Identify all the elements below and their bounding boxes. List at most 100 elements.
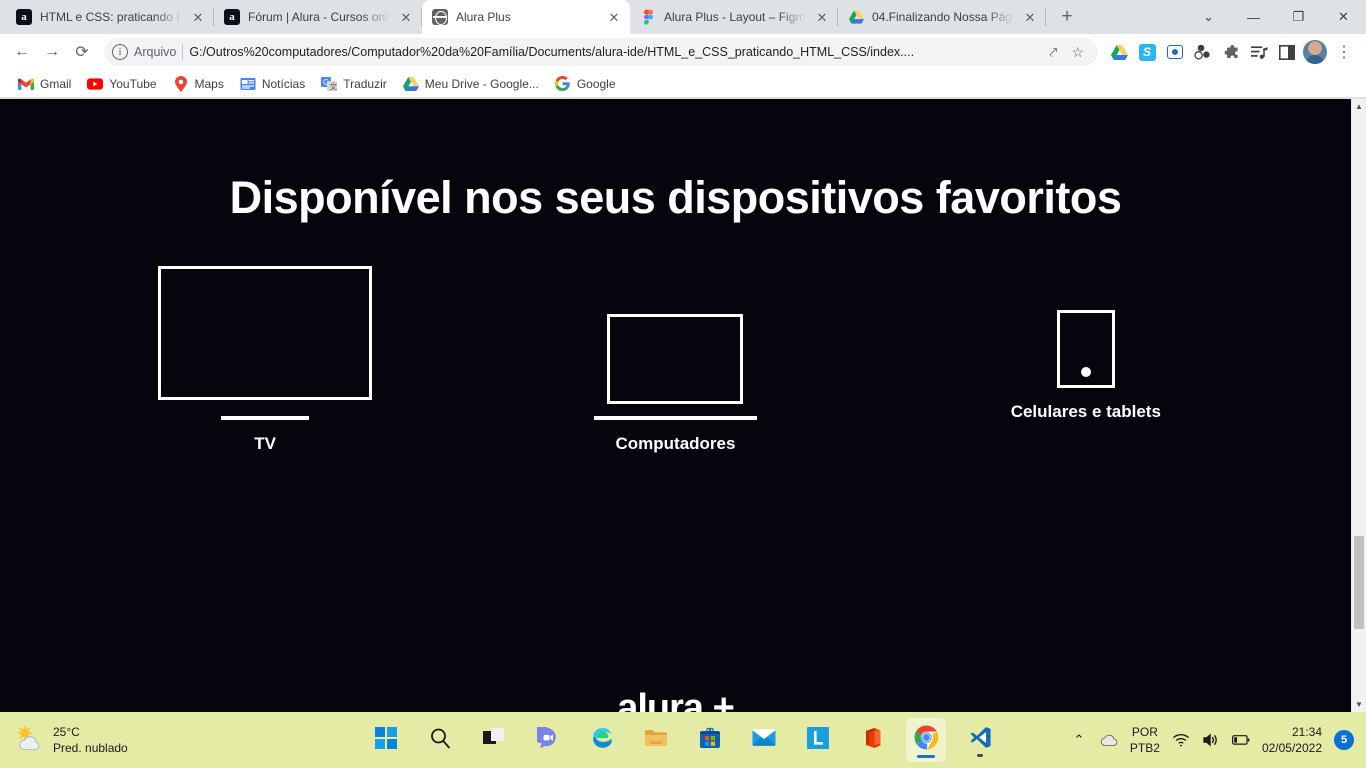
laptop-icon xyxy=(593,314,757,420)
tab-search-button[interactable]: ⌄ xyxy=(1186,1,1231,33)
bookmark-google[interactable]: Google xyxy=(547,73,624,95)
notification-badge[interactable]: 5 xyxy=(1334,730,1354,750)
scroll-up-arrow-icon[interactable]: ▲ xyxy=(1352,99,1366,114)
scribe-icon[interactable]: S xyxy=(1134,39,1160,65)
taskbar-item-lightshot[interactable] xyxy=(798,718,838,762)
bookmark-youtube[interactable]: YouTube xyxy=(79,73,164,95)
microsoft-office-icon xyxy=(861,727,883,754)
onedrive-cloud-icon[interactable] xyxy=(1100,731,1118,749)
taskbar-item-task-view[interactable] xyxy=(474,718,514,762)
taskbar-item-search[interactable] xyxy=(420,718,460,762)
close-icon[interactable]: ✕ xyxy=(190,9,206,25)
wifi-icon[interactable] xyxy=(1172,731,1190,749)
taskbar-item-chat[interactable] xyxy=(528,718,568,762)
laptop-base-shape xyxy=(593,416,757,420)
tab-title: HTML e CSS: praticando HTM xyxy=(40,10,182,24)
tv-stand-shape xyxy=(221,416,310,420)
windows-taskbar: 25°C Pred. nublado ⌃ POR PTB2 21:34 02/0… xyxy=(0,712,1366,768)
tab-title: 04.Finalizando Nossa Página xyxy=(872,10,1014,24)
taskbar-item-start[interactable] xyxy=(366,718,406,762)
close-icon[interactable]: ✕ xyxy=(398,9,414,25)
chat-icon xyxy=(532,724,559,754)
new-tab-button[interactable]: + xyxy=(1052,2,1082,32)
taskbar-item-microsoft-store[interactable] xyxy=(690,718,730,762)
volume-icon[interactable] xyxy=(1202,731,1220,749)
clock[interactable]: 21:34 02/05/2022 xyxy=(1262,724,1322,756)
taskbar-item-mail[interactable] xyxy=(744,718,784,762)
taskbar-item-vscode[interactable] xyxy=(960,718,1000,762)
maximize-button[interactable]: ❐ xyxy=(1276,1,1321,33)
language-indicator[interactable]: POR PTB2 xyxy=(1130,724,1160,756)
google-news-icon xyxy=(240,76,256,92)
browser-tab-4[interactable]: Alura Plus - Layout – Figma ✕ xyxy=(630,0,838,34)
device-label: Celulares e tablets xyxy=(1010,402,1161,421)
bookmark-gmail[interactable]: Gmail xyxy=(10,73,79,95)
share-icon[interactable]: ⤤ xyxy=(1046,44,1062,61)
browser-tab-2[interactable]: a Fórum | Alura - Cursos online ✕ xyxy=(214,0,422,34)
side-panel-icon[interactable] xyxy=(1274,39,1300,65)
close-icon[interactable]: ✕ xyxy=(606,9,622,25)
close-icon[interactable]: ✕ xyxy=(1022,9,1038,25)
taskbar-item-office[interactable] xyxy=(852,718,892,762)
phone-screen-shape xyxy=(1056,310,1115,388)
device-item-tv: TV xyxy=(60,266,470,454)
molecule-icon[interactable] xyxy=(1190,39,1216,65)
omnibox-divider xyxy=(182,44,184,60)
language-secondary: PTB2 xyxy=(1129,741,1160,755)
address-bar[interactable]: i Arquivo G:/Outros%20computadores/Compu… xyxy=(104,38,1098,66)
bookmark-meu-drive[interactable]: Meu Drive - Google... xyxy=(395,73,547,95)
microsoft-edge-icon xyxy=(590,726,614,755)
battery-icon[interactable] xyxy=(1231,731,1250,749)
chevron-up-icon[interactable]: ⌃ xyxy=(1070,731,1088,749)
reload-button[interactable]: ⟳ xyxy=(68,38,96,66)
tv-screen-shape xyxy=(158,266,373,400)
webcam-recorder-icon[interactable] xyxy=(1162,39,1188,65)
browser-tab-5[interactable]: 04.Finalizando Nossa Página ✕ xyxy=(838,0,1046,34)
google-drive-icon[interactable] xyxy=(1106,39,1132,65)
language-primary: POR xyxy=(1131,724,1158,739)
bookmark-traduzir[interactable]: G 文 Traduzir xyxy=(313,73,395,95)
taskbar-item-chrome[interactable] xyxy=(906,718,946,762)
bookmark-noticias[interactable]: Notícias xyxy=(232,73,313,95)
bookmark-label: Notícias xyxy=(261,76,306,91)
tab-title: Alura Plus xyxy=(456,10,511,24)
phone-home-button-shape xyxy=(1080,367,1091,377)
taskbar-item-file-explorer[interactable] xyxy=(636,718,676,762)
browser-menu-button[interactable]: ⋮ xyxy=(1330,38,1358,66)
scroll-down-arrow-icon[interactable]: ▼ xyxy=(1352,697,1366,712)
browser-viewport: Disponível nos seus dispositivos favorit… xyxy=(0,99,1366,712)
info-icon[interactable]: i xyxy=(112,44,128,60)
mobile-icon xyxy=(1056,310,1115,388)
devices-list: TV Computadores Celulares e tablets xyxy=(0,266,1351,454)
youtube-icon xyxy=(87,76,104,92)
page-title: Disponível nos seus dispositivos favorit… xyxy=(229,172,1122,223)
gmail-icon xyxy=(18,76,34,92)
taskbar-item-edge[interactable] xyxy=(582,718,622,762)
close-window-button[interactable]: ✕ xyxy=(1321,1,1366,33)
browser-tab-1[interactable]: a HTML e CSS: praticando HTM ✕ xyxy=(6,0,214,34)
puzzle-extensions-icon[interactable] xyxy=(1218,39,1244,65)
web-page-content: Disponível nos seus dispositivos favorit… xyxy=(0,99,1351,712)
scrollbar-thumb[interactable] xyxy=(1354,536,1364,629)
close-icon[interactable]: ✕ xyxy=(814,9,830,25)
minimize-button[interactable]: — xyxy=(1231,1,1276,33)
system-tray: ⌃ POR PTB2 21:34 02/05/2022 5 xyxy=(1070,724,1366,756)
page-scrollbar[interactable]: ▲ ▼ xyxy=(1351,99,1366,712)
browser-tab-3[interactable]: Alura Plus ✕ xyxy=(422,0,630,34)
bookmark-maps[interactable]: Maps xyxy=(165,73,232,95)
star-icon[interactable]: ☆ xyxy=(1067,44,1088,61)
device-item-mobile: Celulares e tablets xyxy=(881,310,1291,454)
weather-widget[interactable]: 25°C Pred. nublado xyxy=(0,724,240,756)
tab-title: Fórum | Alura - Cursos online xyxy=(248,10,390,24)
forward-button[interactable]: → xyxy=(38,38,66,66)
bookmark-label: YouTube xyxy=(109,76,157,91)
avatar[interactable] xyxy=(1302,39,1328,65)
windows-start-icon xyxy=(375,726,397,754)
clock-time: 21:34 xyxy=(1291,724,1322,739)
file-explorer-icon xyxy=(644,728,668,753)
partly-cloudy-icon xyxy=(14,725,44,755)
bookmark-label: Meu Drive - Google... xyxy=(424,76,539,91)
reading-list-icon[interactable] xyxy=(1246,39,1272,65)
back-button[interactable]: ← xyxy=(8,38,36,66)
svg-text:文: 文 xyxy=(330,81,338,90)
